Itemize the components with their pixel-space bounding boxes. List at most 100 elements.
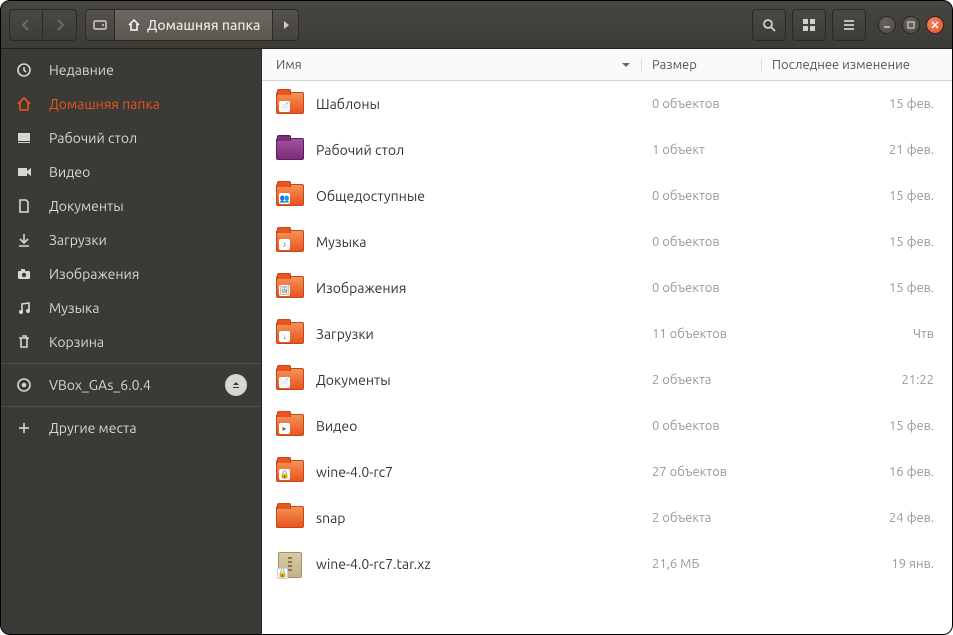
sidebar-item-home[interactable]: Домашняя папка xyxy=(1,87,261,121)
file-row[interactable]: 🔒wine-4.0-rc7.tar.xz21,6 МБ19 янв. xyxy=(262,541,952,587)
file-row[interactable]: 📄Документы2 объекта21:22 xyxy=(262,357,952,403)
file-list[interactable]: 📄Шаблоны0 объектов15 фев. Рабочий стол 1 о… xyxy=(262,81,952,634)
path-current[interactable]: Домашняя папка xyxy=(115,9,273,41)
folder-icon: 📄 xyxy=(276,92,304,116)
file-modified: Чтв xyxy=(913,327,934,341)
headerbar: Домашняя папка xyxy=(1,1,952,49)
file-size: 21,6 МБ xyxy=(652,557,699,571)
file-row[interactable]: ♪ Музыка 0 объектов 15 фев. xyxy=(262,219,952,265)
nav-buttons xyxy=(9,9,77,41)
chevron-right-icon xyxy=(55,18,65,32)
file-name: wine-4.0-rc7.tar.xz xyxy=(316,556,431,572)
menu-button[interactable] xyxy=(832,9,866,41)
sort-desc-icon xyxy=(621,61,631,69)
file-size: 27 объектов xyxy=(652,465,727,479)
file-size: 0 объектов xyxy=(652,235,720,249)
maximize-icon xyxy=(907,21,915,29)
sidebar-other-places[interactable]: Другие места xyxy=(1,411,261,445)
folder-icon: 🖼 xyxy=(276,276,304,300)
sidebar-item-label: Домашняя папка xyxy=(49,96,160,112)
file-row[interactable]: 🖼Изображения0 объектов15 фев. xyxy=(262,265,952,311)
window-controls xyxy=(878,16,944,34)
sidebar-item-pictures[interactable]: Изображения xyxy=(1,257,261,291)
close-button[interactable] xyxy=(926,16,944,34)
file-modified: 15 фев. xyxy=(889,419,934,433)
file-name: Видео xyxy=(316,418,357,434)
sidebar: Недавние Домашняя папка Рабочий стол Видео Д… xyxy=(1,49,262,634)
sidebar-item-desktop[interactable]: Рабочий стол xyxy=(1,121,261,155)
sidebar-item-label: Корзина xyxy=(49,334,104,350)
file-modified: 15 фев. xyxy=(889,189,934,203)
file-size: 1 объект xyxy=(652,143,705,157)
sidebar-item-recent[interactable]: Недавние xyxy=(1,53,261,87)
video-icon xyxy=(16,164,32,180)
file-row[interactable]: Рабочий стол 1 объект 21 фев. xyxy=(262,127,952,173)
file-row[interactable]: 🔒wine-4.0-rc727 объектов16 фев. xyxy=(262,449,952,495)
grid-icon xyxy=(802,18,816,32)
folder-icon: 👥 xyxy=(276,184,304,208)
path-more[interactable] xyxy=(273,9,299,41)
view-grid-button[interactable] xyxy=(792,9,826,41)
sidebar-item-trash[interactable]: Корзина xyxy=(1,325,261,359)
file-modified: 16 фев. xyxy=(889,465,934,479)
sidebar-item-downloads[interactable]: Загрузки xyxy=(1,223,261,257)
sidebar-device-vbox[interactable]: VBox_GAs_6.0.4 xyxy=(1,368,261,402)
plus-icon xyxy=(16,420,32,436)
trash-icon xyxy=(16,334,32,350)
sidebar-item-label: Недавние xyxy=(49,62,114,78)
column-modified[interactable]: Последнее изменение xyxy=(762,58,952,72)
file-row[interactable]: ↓Загрузки11 объектовЧтв xyxy=(262,311,952,357)
file-name: Музыка xyxy=(316,234,366,250)
folder-icon xyxy=(276,506,304,530)
folder-icon: ▸ xyxy=(276,414,304,438)
disk-icon xyxy=(93,18,107,32)
column-name[interactable]: Имя xyxy=(262,58,642,72)
sidebar-item-videos[interactable]: Видео xyxy=(1,155,261,189)
file-size: 2 объекта xyxy=(652,511,712,525)
home-icon xyxy=(127,18,141,32)
folder-icon: 🔒 xyxy=(276,460,304,484)
triangle-right-icon xyxy=(282,20,290,30)
download-icon xyxy=(16,232,32,248)
pathbar: Домашняя папка xyxy=(85,9,299,41)
file-manager-window: Домашняя папка НедавниеДом xyxy=(0,0,953,635)
sidebar-item-label: Другие места xyxy=(49,420,137,436)
sidebar-item-music[interactable]: Музыка xyxy=(1,291,261,325)
close-icon xyxy=(931,21,939,29)
file-name: Рабочий стол xyxy=(316,142,404,158)
back-button[interactable] xyxy=(9,9,43,41)
file-row[interactable]: snap2 объекта24 фев. xyxy=(262,495,952,541)
column-size-label: Размер xyxy=(652,58,697,72)
column-headers: Имя Размер Последнее изменение xyxy=(262,49,952,81)
search-button[interactable] xyxy=(752,9,786,41)
path-label: Домашняя папка xyxy=(147,17,260,33)
minimize-button[interactable] xyxy=(878,16,896,34)
column-size[interactable]: Размер xyxy=(642,58,762,72)
file-size: 0 объектов xyxy=(652,419,720,433)
file-name: Загрузки xyxy=(316,326,374,342)
sidebar-item-label: Изображения xyxy=(49,266,139,282)
document-icon xyxy=(16,198,32,214)
folder-icon: ↓ xyxy=(276,322,304,346)
file-row[interactable]: ▸ Видео 0 объектов 15 фев. xyxy=(262,403,952,449)
file-modified: 21 фев. xyxy=(889,143,934,157)
file-row[interactable]: 👥Общедоступные0 объектов15 фев. xyxy=(262,173,952,219)
file-name: Документы xyxy=(316,372,391,388)
hamburger-icon xyxy=(842,18,856,32)
path-root[interactable] xyxy=(85,9,115,41)
home-icon xyxy=(16,96,32,112)
column-modified-label: Последнее изменение xyxy=(772,58,910,72)
file-modified: 15 фев. xyxy=(889,97,934,111)
minimize-icon xyxy=(883,21,891,29)
eject-button[interactable] xyxy=(225,374,247,396)
file-modified: 21:22 xyxy=(901,373,934,387)
file-size: 2 объекта xyxy=(652,373,712,387)
file-size: 0 объектов xyxy=(652,281,720,295)
sidebar-item-documents[interactable]: Документы xyxy=(1,189,261,223)
file-row[interactable]: 📄Шаблоны0 объектов15 фев. xyxy=(262,81,952,127)
file-modified: 15 фев. xyxy=(889,235,934,249)
forward-button[interactable] xyxy=(43,9,77,41)
folder-icon: ♪ xyxy=(276,230,304,254)
sidebar-item-label: Видео xyxy=(49,164,90,180)
maximize-button[interactable] xyxy=(902,16,920,34)
